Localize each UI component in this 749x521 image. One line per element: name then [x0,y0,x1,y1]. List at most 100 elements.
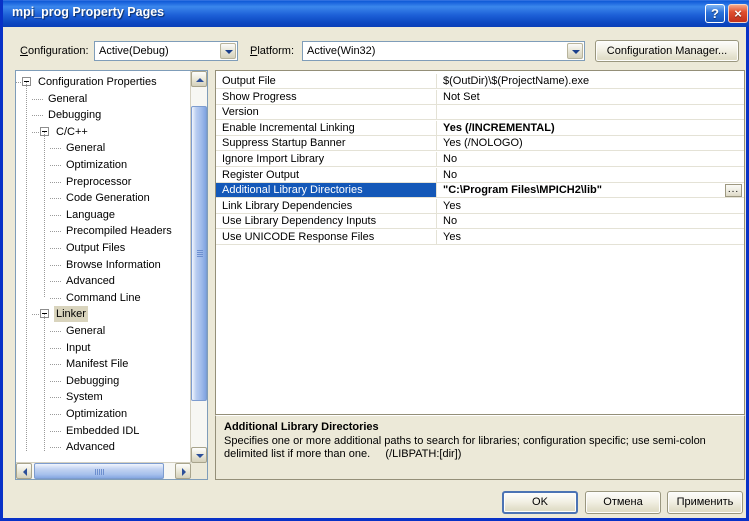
property-value[interactable]: No [437,168,744,183]
tree-item-label: Code Generation [66,192,150,205]
chevron-down-icon[interactable] [567,43,583,59]
tree-connector [50,380,62,382]
tree-connector [32,115,44,117]
property-row[interactable]: Use UNICODE Response Files Yes [216,230,744,245]
scroll-down-icon[interactable] [191,447,207,463]
tree-item-label: Output Files [66,242,126,254]
configuration-value: Active(Debug) [99,45,169,57]
property-value[interactable]: Yes [437,230,744,245]
tree-guide-line [44,131,45,298]
property-row-divider [216,244,744,245]
scroll-left-icon[interactable] [16,463,32,479]
property-row[interactable]: Version [216,105,744,121]
tree-vertical-scrollbar[interactable] [190,71,207,463]
tree-item-label: Manifest File [66,358,129,371]
tree-item-label: General [48,92,88,105]
tree-item-label: Linker [54,306,88,323]
tree-horizontal-scrollbar[interactable] [16,462,191,479]
tree-item-label: Advanced [66,441,115,451]
configuration-label-rest: onfiguration: [27,45,89,57]
tree-item-label: C/C++ [56,125,88,138]
scroll-up-icon[interactable] [191,71,207,87]
property-row[interactable]: Output File $(OutDir)\$(ProjectName).exe [216,74,744,89]
property-value[interactable]: "C:\Program Files\MPICH2\lib" [437,183,744,198]
property-value[interactable]: No [437,214,744,229]
property-row[interactable]: Link Library Dependencies Yes [216,198,744,214]
property-value[interactable]: Not Set [437,90,744,105]
ok-button[interactable]: OK [502,491,578,514]
property-value[interactable]: Yes [437,199,744,214]
property-value[interactable]: No [437,152,744,167]
tree-connector [50,198,62,200]
tree-item-label: Preprocessor [66,175,132,188]
apply-button[interactable]: Применить [667,491,743,514]
property-row[interactable]: Suppress Startup Banner Yes (/NOLOGO) [216,136,744,152]
tree-connector [50,297,62,299]
property-grid[interactable]: Output File $(OutDir)\$(ProjectName).exe S… [215,70,745,415]
property-name: Output File [222,75,276,87]
property-name: Link Library Dependencies [222,199,353,212]
tree-item-label: Optimization [66,159,128,171]
close-icon[interactable]: × [728,4,748,23]
property-row[interactable]: Enable Incremental Linking Yes (/INCREMEN… [216,120,744,136]
configuration-manager-button[interactable]: Configuration Manager... [595,40,739,62]
tree-item-label: General [66,142,106,155]
tree-connector [50,148,62,150]
property-tree[interactable]: Configuration Properties General Debugging… [15,70,208,480]
tree-vertical-scroll-thumb[interactable] [191,106,207,401]
property-row[interactable]: Use Library Dependency Inputs No [216,214,744,230]
tree-item-label: General [66,325,106,337]
property-name: Use Library Dependency Inputs [222,215,377,228]
description-body: Specifies one or more additional paths t… [224,435,709,460]
property-tree-items: Configuration Properties General Debugging… [16,71,192,451]
property-row[interactable]: Additional Library Directories "C:\Progra… [216,183,744,199]
tree-connector [50,364,62,366]
property-name: Use UNICODE Response Files [222,231,375,243]
property-name: Enable Incremental Linking [222,121,355,134]
tree-horizontal-scroll-thumb[interactable] [34,463,164,479]
tree-connector [50,347,62,349]
property-name: Additional Library Directories [216,183,436,199]
property-row[interactable]: Show Progress Not Set [216,89,744,105]
property-row[interactable]: Ignore Import Library No [216,152,744,167]
tree-connector [50,397,62,399]
property-value[interactable]: Yes (/INCREMENTAL) [437,121,744,136]
property-pages-dialog: mpi_prog Property Pages ? × Configuratio… [0,0,749,521]
scroll-right-icon[interactable] [175,463,191,479]
tree-item-label: Debugging [48,109,102,122]
tree-item-label: Embedded IDL [66,424,140,437]
configuration-label: Configuration: [20,45,89,57]
description-pane: Additional Library Directories Specifies… [215,415,745,480]
property-name: Register Output [222,168,300,181]
platform-dropdown[interactable]: Active(Win32) [302,41,585,61]
property-value[interactable]: $(OutDir)\$(ProjectName).exe [437,74,744,89]
scrollbar-corner [191,463,207,479]
tree-item-label: System [66,391,103,404]
property-name: Suppress Startup Banner [222,137,346,150]
help-icon[interactable]: ? [705,4,725,23]
cancel-button[interactable]: Отмена [585,491,661,514]
tree-connector [50,414,62,415]
property-name: Version [222,106,259,119]
property-value[interactable]: Yes (/NOLOGO) [437,136,744,151]
tree-guide-line [26,82,27,451]
browse-ellipsis-button[interactable]: ... [725,184,742,198]
tree-connector [50,248,62,249]
tree-item-label: Optimization [66,408,128,420]
platform-value: Active(Win32) [307,45,376,57]
configuration-dropdown[interactable]: Active(Debug) [94,41,238,61]
tree-item-label: Input [66,341,91,354]
tree-connector [50,331,62,332]
chevron-down-icon[interactable] [220,43,236,59]
tree-item-label: Advanced [66,275,115,288]
tree-connector [50,181,62,183]
title-bar: mpi_prog Property Pages ? × [3,0,749,27]
tree-connector [50,165,62,166]
property-name: Show Progress [222,90,297,103]
description-title: Additional Library Directories [224,421,379,433]
tree-connector [50,447,62,449]
property-row[interactable]: Register Output No [216,167,744,183]
tree-connector [50,231,62,233]
tree-item-label: Configuration Properties [38,76,157,88]
property-value[interactable] [437,105,744,120]
